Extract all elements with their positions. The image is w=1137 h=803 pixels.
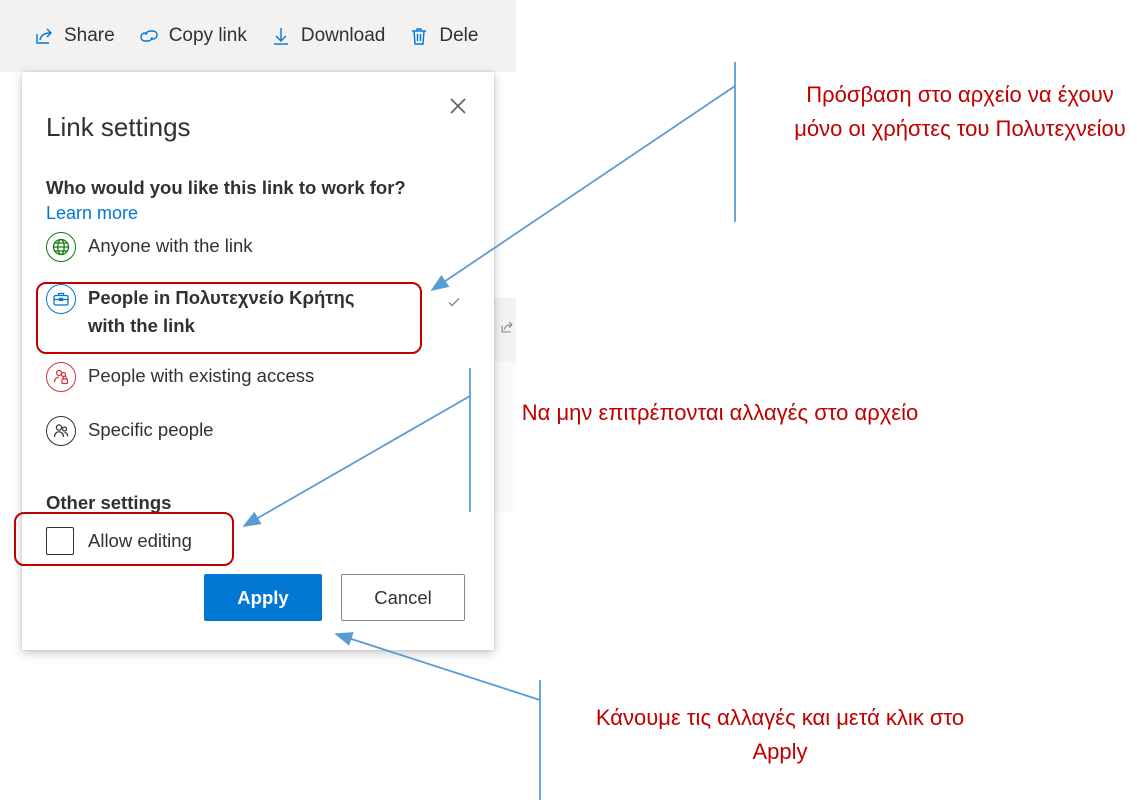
command-bar: Share Copy link Download Dele [0, 0, 516, 72]
audience-question: Who would you like this link to work for… [46, 177, 406, 198]
close-icon[interactable] [446, 94, 470, 118]
option-label: Anyone with the link [88, 235, 253, 256]
checkmark-icon [446, 294, 462, 310]
cancel-button[interactable]: Cancel [341, 574, 465, 621]
share-icon [500, 320, 514, 334]
dialog-title: Link settings [46, 112, 191, 142]
share-label: Share [64, 25, 115, 46]
annotation-access: Πρόσβαση στο αρχείο να έχουν μόνο οι χρή… [794, 82, 1126, 141]
apply-button[interactable]: Apply [204, 574, 322, 621]
share-button[interactable]: Share [34, 16, 139, 56]
people-lock-icon [46, 362, 76, 392]
other-settings-heading: Other settings [46, 492, 172, 513]
globe-icon [46, 232, 76, 262]
download-icon [271, 26, 291, 46]
option-label: People with existing access [88, 365, 315, 386]
annotation-apply: Κάνουμε τις αλλαγές και μετά κλικ στο Ap… [595, 705, 965, 764]
copy-link-label: Copy link [168, 25, 247, 46]
link-icon [139, 26, 159, 46]
option-label: Specific people [88, 419, 214, 440]
download-label: Download [300, 25, 386, 46]
people-icon [46, 416, 76, 446]
option-people-with-existing-access[interactable]: People with existing access [46, 362, 314, 392]
annotation-editing: Να μην επιτρέπονται αλλαγές στο αρχείο [521, 400, 919, 425]
trash-icon [409, 26, 429, 46]
learn-more-link[interactable]: Learn more [46, 203, 138, 224]
delete-button[interactable]: Dele [409, 16, 478, 56]
highlight-organization-option [36, 282, 422, 354]
delete-label: Dele [439, 25, 479, 46]
option-specific-people[interactable]: Specific people [46, 416, 213, 446]
download-button[interactable]: Download [271, 16, 410, 56]
highlight-allow-editing [14, 512, 234, 566]
share-icon [34, 26, 54, 46]
option-anyone-with-link[interactable]: Anyone with the link [46, 232, 253, 262]
copy-link-button[interactable]: Copy link [139, 16, 271, 56]
